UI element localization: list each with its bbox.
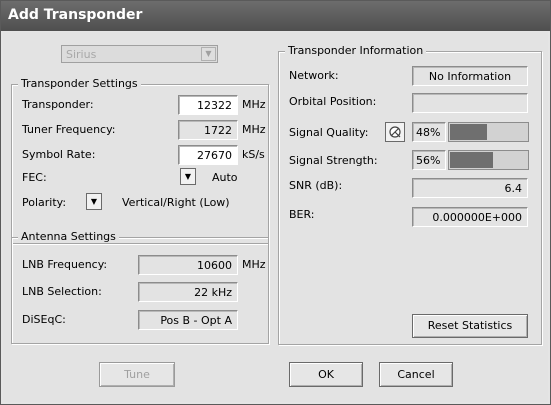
- transponder-information-group: Transponder Information Network: No Info…: [278, 44, 542, 345]
- title-bar[interactable]: Add Transponder: [1, 1, 550, 31]
- window-title: Add Transponder: [8, 7, 143, 23]
- transponder-input[interactable]: 12322: [178, 95, 238, 115]
- signal-strength-field: 56%: [412, 150, 446, 170]
- lnb-frequency-value: 10600: [197, 259, 232, 272]
- orbital-position-field: [412, 93, 528, 113]
- fec-value: Auto: [212, 171, 238, 184]
- signal-quality-label: Signal Quality:: [289, 126, 369, 139]
- ber-field: 0.000000E+000: [412, 207, 528, 227]
- polarity-label: Polarity:: [22, 196, 67, 209]
- ber-value: 0.000000E+000: [432, 211, 522, 224]
- symbol-rate-label: Symbol Rate:: [22, 148, 96, 161]
- fec-label: FEC:: [22, 171, 47, 184]
- polarity-value: Vertical/Right (Low): [122, 196, 230, 209]
- tuner-frequency-value: 1722: [204, 124, 232, 137]
- signal-quality-bar: [448, 122, 529, 142]
- lnb-frequency-label: LNB Frequency:: [22, 258, 108, 271]
- transponder-label: Transponder:: [22, 98, 94, 111]
- add-transponder-dialog: Add Transponder Sirius ▼ Transponder Set…: [0, 0, 551, 405]
- tuner-frequency-label: Tuner Frequency:: [22, 123, 116, 136]
- tuner-frequency-field: 1722: [178, 120, 238, 140]
- snr-value: 6.4: [504, 182, 523, 195]
- cancel-button[interactable]: Cancel: [379, 362, 453, 387]
- reset-statistics-button[interactable]: Reset Statistics: [412, 314, 528, 338]
- diseqc-field: Pos B - Opt A: [138, 310, 238, 330]
- group-label: Antenna Settings: [18, 230, 119, 243]
- satellite-select: Sirius ▼: [61, 45, 218, 63]
- group-label: Transponder Information: [285, 44, 427, 57]
- signal-strength-bar: [448, 150, 529, 170]
- transponder-value: 12322: [197, 99, 232, 112]
- signal-quality-value: 48%: [416, 126, 441, 139]
- satellite-value: Sirius: [66, 48, 97, 61]
- snr-field: 6.4: [412, 178, 528, 198]
- symbol-rate-input[interactable]: 27670: [178, 145, 238, 165]
- satellite-dish-icon: [389, 126, 401, 138]
- network-field: No Information: [412, 66, 528, 86]
- signal-strength-fill: [450, 152, 493, 168]
- orbital-position-label: Orbital Position:: [289, 95, 377, 108]
- polarity-dropdown-button[interactable]: ▼: [86, 193, 102, 210]
- dialog-body: Sirius ▼ Transponder Settings Transponde…: [3, 32, 548, 402]
- network-value: No Information: [428, 70, 512, 83]
- lnb-selection-label: LNB Selection:: [22, 285, 102, 298]
- transponder-settings-group: Transponder Settings Transponder: 12322 …: [11, 77, 269, 244]
- chevron-down-icon: ▼: [90, 197, 98, 206]
- symbol-rate-unit: kS/s: [242, 148, 265, 161]
- diseqc-value: Pos B - Opt A: [160, 314, 232, 327]
- signal-quality-field: 48%: [412, 122, 446, 142]
- tune-button[interactable]: Tune: [99, 362, 175, 387]
- antenna-settings-group: Antenna Settings LNB Frequency: 10600 MH…: [11, 230, 269, 344]
- fec-dropdown-button[interactable]: ▼: [180, 168, 196, 185]
- signal-tool-button[interactable]: [385, 122, 405, 142]
- symbol-rate-value: 27670: [197, 149, 232, 162]
- snr-label: SNR (dB):: [289, 179, 343, 192]
- lnb-selection-field: 22 kHz: [138, 282, 238, 302]
- chevron-down-icon: ▼: [184, 172, 192, 181]
- lnb-frequency-unit: MHz: [242, 258, 266, 271]
- tuner-frequency-unit: MHz: [242, 123, 266, 136]
- ok-button[interactable]: OK: [289, 362, 363, 387]
- signal-strength-label: Signal Strength:: [289, 154, 378, 167]
- lnb-selection-value: 22 kHz: [194, 286, 232, 299]
- signal-strength-value: 56%: [416, 154, 441, 167]
- network-label: Network:: [289, 69, 339, 82]
- chevron-down-icon: ▼: [201, 47, 216, 61]
- diseqc-label: DiSEqC:: [22, 313, 66, 326]
- lnb-frequency-field: 10600: [138, 255, 238, 275]
- group-label: Transponder Settings: [18, 77, 141, 90]
- ber-label: BER:: [289, 208, 315, 221]
- transponder-unit: MHz: [242, 98, 266, 111]
- signal-quality-fill: [450, 124, 487, 140]
